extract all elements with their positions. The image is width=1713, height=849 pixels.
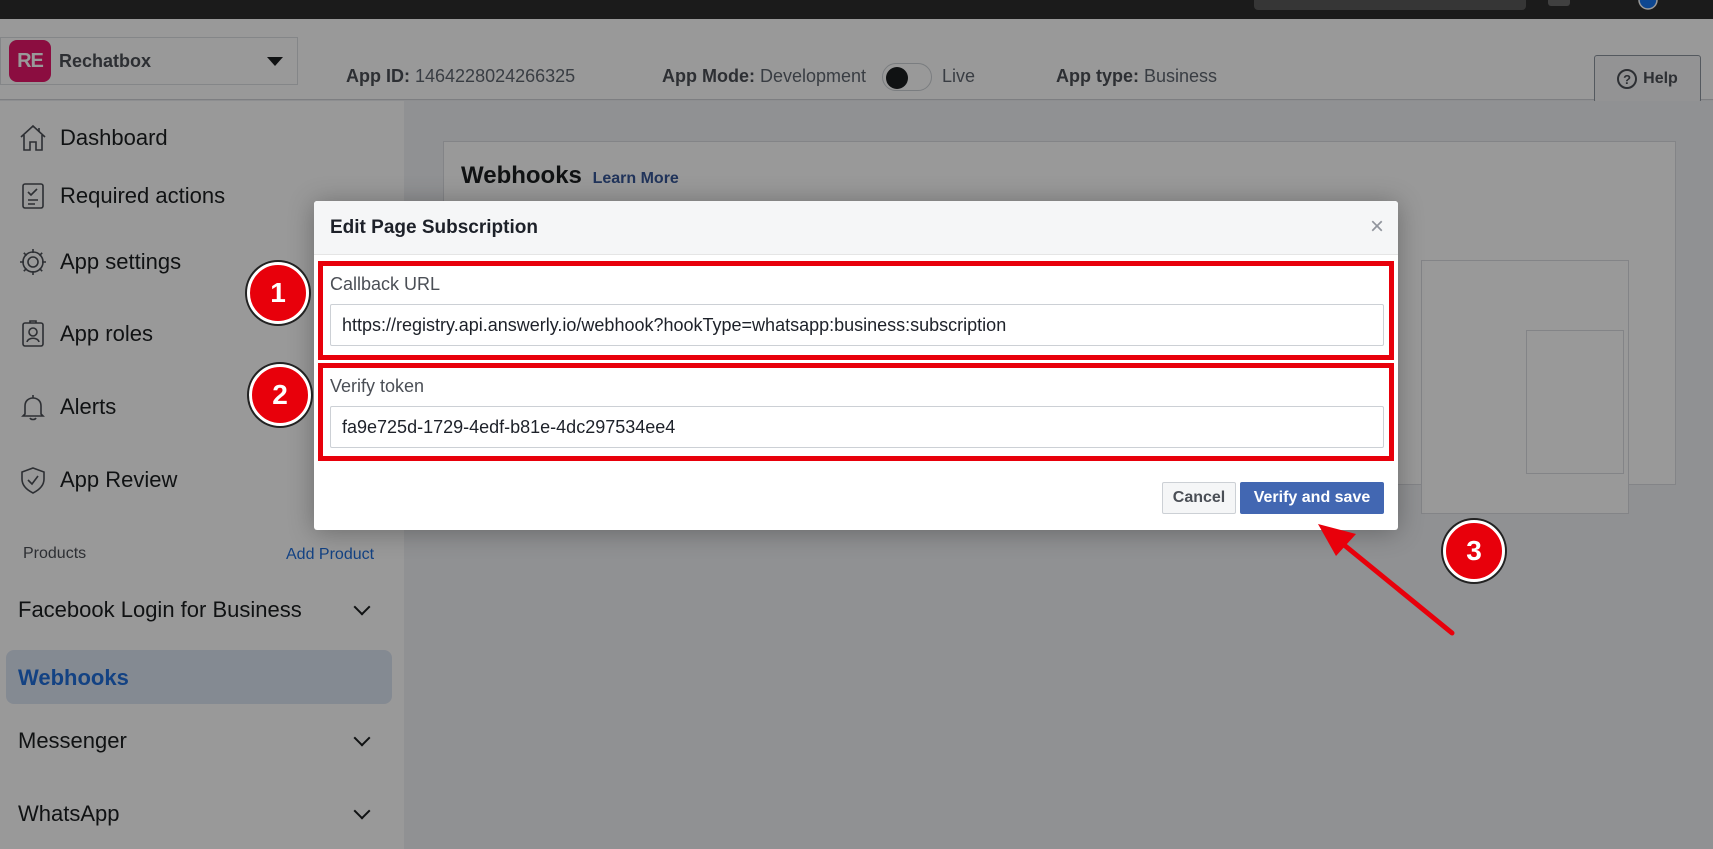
step-2-badge: 2 xyxy=(249,364,311,426)
edit-page-subscription-dialog: Edit Page Subscription × Callback URL Ve… xyxy=(314,201,1398,530)
verify-token-label: Verify token xyxy=(330,376,425,396)
close-icon[interactable]: × xyxy=(1370,215,1384,239)
callback-url-input[interactable] xyxy=(330,304,1384,346)
verify-token-input[interactable] xyxy=(330,406,1384,448)
dialog-header: Edit Page Subscription × xyxy=(314,201,1398,255)
step-3-badge: 3 xyxy=(1443,520,1505,582)
verify-and-save-button[interactable]: Verify and save xyxy=(1240,482,1384,514)
dialog-title: Edit Page Subscription xyxy=(330,217,538,238)
callback-url-label: Callback URL xyxy=(330,274,441,294)
step-1-badge: 1 xyxy=(247,262,309,324)
cancel-button[interactable]: Cancel xyxy=(1162,482,1236,514)
